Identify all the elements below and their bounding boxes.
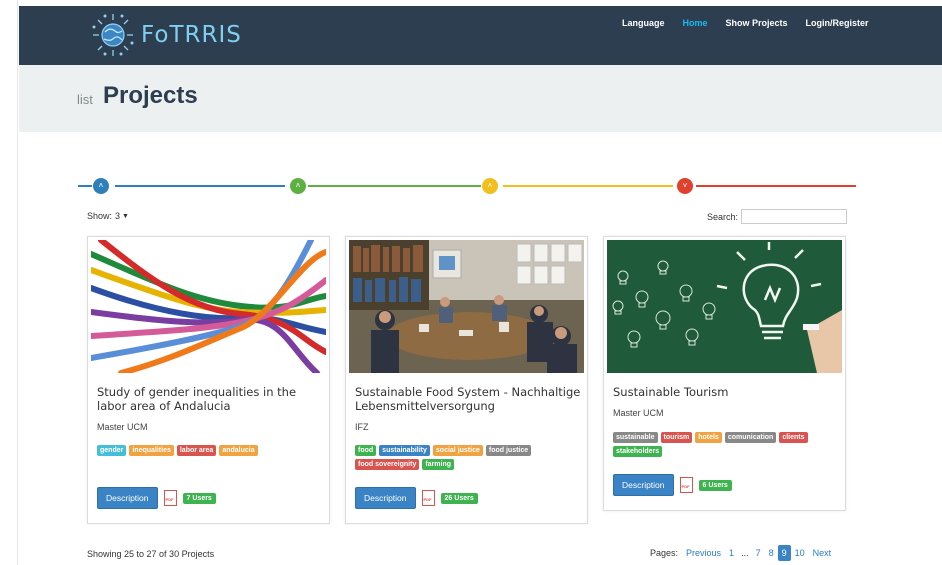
page-7[interactable]: 7 bbox=[752, 546, 765, 560]
page-10[interactable]: 10 bbox=[791, 546, 809, 560]
wizard-line-3 bbox=[503, 185, 673, 187]
chevron-up-icon: ˄ bbox=[295, 181, 301, 190]
page-header: list Projects bbox=[19, 65, 942, 132]
tag-list: food sustainability social justice food … bbox=[355, 445, 581, 470]
wizard-line-4 bbox=[696, 185, 856, 187]
braided-ropes-image bbox=[91, 240, 326, 373]
card-actions: Description PDF 6 Users bbox=[613, 474, 732, 496]
nav-home[interactable]: Home bbox=[674, 19, 717, 28]
users-badge: 7 Users bbox=[182, 492, 216, 504]
wizard-step-3[interactable]: ˄ bbox=[482, 178, 498, 194]
card-actions: Description PDF 7 Users bbox=[97, 487, 216, 509]
wizard-step-2[interactable]: ˄ bbox=[290, 178, 306, 194]
pdf-icon[interactable]: PDF bbox=[163, 490, 177, 506]
tag-sustainability[interactable]: sustainability bbox=[379, 445, 430, 456]
pdf-icon[interactable]: PDF bbox=[421, 490, 435, 506]
card-actions: Description PDF 26 Users bbox=[355, 487, 478, 509]
project-organization: Master UCM bbox=[613, 408, 664, 418]
nav-login-register[interactable]: Login/Register bbox=[797, 19, 878, 28]
tag-sustainable[interactable]: sustainable bbox=[613, 432, 658, 443]
pdf-icon[interactable]: PDF bbox=[679, 477, 693, 493]
tag-tourism[interactable]: tourism bbox=[660, 432, 693, 443]
project-title[interactable]: Study of gender inequalities in the labo… bbox=[97, 385, 325, 413]
tag-food-justice[interactable]: food justice bbox=[485, 445, 532, 456]
wizard-line-2 bbox=[308, 185, 481, 187]
project-title[interactable]: Sustainable Tourism bbox=[613, 385, 841, 399]
project-card-3[interactable]: Sustainable Tourism Master UCM sustainab… bbox=[603, 236, 846, 511]
results-summary: Showing 25 to 27 of 30 Projects bbox=[87, 549, 215, 559]
nav-show-projects[interactable]: Show Projects bbox=[717, 19, 797, 28]
project-organization: IFZ bbox=[355, 422, 369, 432]
navbar: FoTRRIS Language Home Show Projects Logi… bbox=[19, 6, 942, 65]
page-title: Projects bbox=[103, 82, 198, 109]
tag-hotels[interactable]: hotels bbox=[695, 432, 722, 443]
search-input[interactable] bbox=[741, 209, 848, 224]
show-control: Show: 3 ▼ bbox=[87, 211, 129, 221]
project-card-1[interactable]: Study of gender inequalities in the labo… bbox=[87, 236, 330, 524]
search-label: Search: bbox=[707, 211, 739, 222]
search-control: Search: bbox=[707, 209, 848, 224]
chevron-down-icon: ˅ bbox=[682, 181, 688, 190]
logo[interactable]: FoTRRIS bbox=[91, 12, 242, 58]
show-select-value: 3 bbox=[115, 211, 121, 221]
tag-stakeholders[interactable]: stakeholders bbox=[613, 446, 663, 457]
tag-clients[interactable]: clients bbox=[779, 432, 808, 443]
tag-list: gender inequalities labor area andalucia bbox=[97, 445, 323, 456]
caret-down-icon: ▼ bbox=[122, 212, 129, 220]
wizard-step-4[interactable]: ˅ bbox=[677, 178, 693, 194]
chalkboard-lightbulbs-image bbox=[607, 240, 842, 373]
tag-inequalities[interactable]: inequalities bbox=[129, 445, 174, 456]
project-image-meeting[interactable] bbox=[349, 240, 584, 373]
wizard-line-1b bbox=[115, 185, 285, 187]
description-button[interactable]: Description bbox=[97, 487, 158, 509]
wizard-step-1[interactable]: ˄ bbox=[93, 178, 109, 194]
users-badge: 6 Users bbox=[698, 479, 732, 491]
show-select[interactable]: 3 ▼ bbox=[115, 211, 129, 221]
chevron-up-icon: ˄ bbox=[98, 181, 104, 190]
wizard-line-1a bbox=[78, 185, 92, 187]
page-previous[interactable]: Previous bbox=[682, 546, 725, 560]
nav-language[interactable]: Language bbox=[613, 19, 674, 28]
tag-comunication[interactable]: comunication bbox=[724, 432, 777, 443]
description-button[interactable]: Description bbox=[355, 487, 416, 509]
project-image-braided-ropes[interactable] bbox=[91, 240, 326, 373]
page-9-current[interactable]: 9 bbox=[777, 545, 791, 561]
meeting-room-image bbox=[349, 240, 584, 373]
tag-social-justice[interactable]: social justice bbox=[432, 445, 483, 456]
page-1[interactable]: 1 bbox=[725, 546, 738, 560]
description-button[interactable]: Description bbox=[613, 474, 674, 496]
page-next[interactable]: Next bbox=[809, 546, 836, 560]
users-badge: 26 Users bbox=[440, 492, 478, 504]
chevron-up-icon: ˄ bbox=[487, 181, 493, 190]
page-8[interactable]: 8 bbox=[765, 546, 778, 560]
progress-wizard: ˄ ˄ ˄ ˅ bbox=[78, 176, 856, 196]
show-label: Show: bbox=[87, 211, 113, 221]
main-nav: Language Home Show Projects Login/Regist… bbox=[613, 19, 878, 28]
tag-labor-area[interactable]: labor area bbox=[176, 445, 217, 456]
project-card-2[interactable]: Sustainable Food System - Nachhaltige Le… bbox=[345, 236, 588, 524]
logo-text: FoTRRIS bbox=[141, 22, 242, 48]
tag-food[interactable]: food bbox=[355, 445, 377, 456]
pagination: Pages: Previous 1 ... 7 8 9 10 Next bbox=[650, 545, 835, 561]
page-ellipsis: ... bbox=[741, 548, 749, 558]
project-image-lightbulbs[interactable] bbox=[607, 240, 842, 373]
globe-logo-icon bbox=[92, 14, 134, 56]
project-title[interactable]: Sustainable Food System - Nachhaltige Le… bbox=[355, 385, 583, 413]
tag-food-sovereignity[interactable]: food sovereignity bbox=[355, 459, 420, 470]
browser-left-edge bbox=[0, 0, 18, 565]
pages-label: Pages: bbox=[650, 548, 679, 558]
tag-farming[interactable]: farming bbox=[422, 459, 455, 470]
page-title-prefix: list bbox=[77, 92, 93, 107]
tag-gender[interactable]: gender bbox=[97, 445, 127, 456]
project-organization: Master UCM bbox=[97, 422, 148, 432]
tag-andalucia[interactable]: andalucia bbox=[219, 445, 258, 456]
tag-list: sustainable tourism hotels comunication … bbox=[613, 432, 839, 457]
